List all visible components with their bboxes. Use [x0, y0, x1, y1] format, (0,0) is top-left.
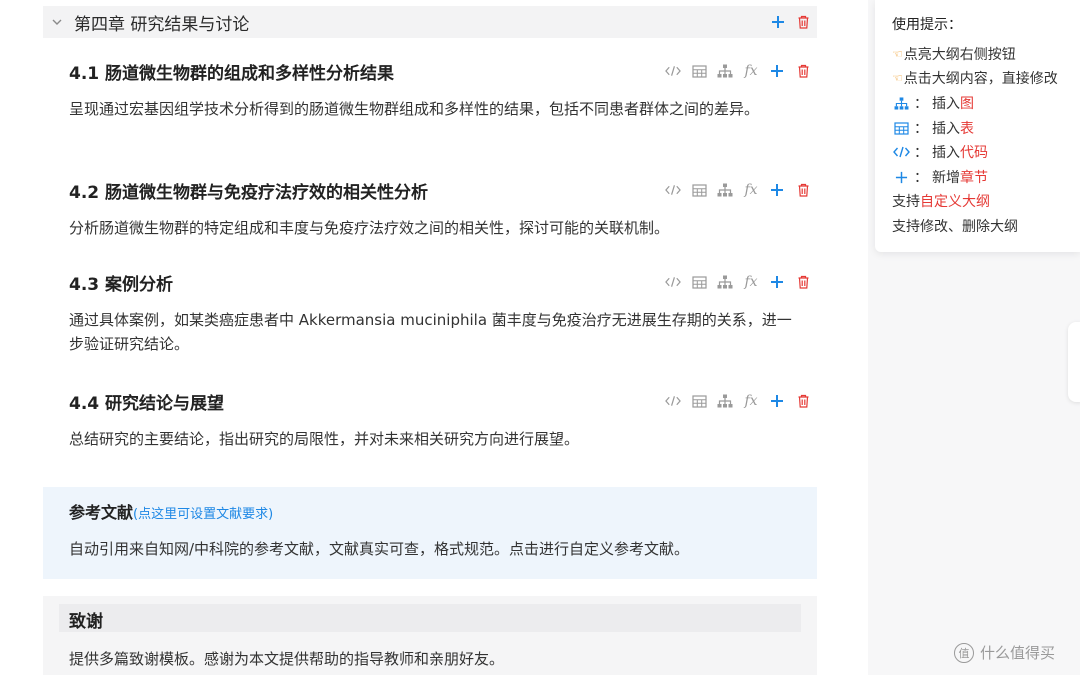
usage-tips-panel: 使用提示： ☜ 点亮大纲右侧按钮 ☜ 点击大纲内容，直接修改 ： 插入图 ： 插… — [875, 0, 1080, 252]
formula-icon[interactable]: fx — [743, 63, 759, 79]
tip-row: ： 插入图 — [892, 93, 974, 113]
section-body[interactable]: 总结研究的主要结论，指出研究的局限性，并对未来相关研究方向进行展望。 — [69, 427, 793, 451]
references-text[interactable]: 自动引用来自知网/中科院的参考文献，文献真实可查，格式规范。点击进行自定义参考文… — [69, 538, 689, 559]
section-actions: fx — [665, 176, 811, 204]
tip-row: ： 新增 章节 — [892, 167, 988, 187]
references-block[interactable]: 参考文献(点这里可设置文献要求) 自动引用来自知网/中科院的参考文献，文献真实可… — [43, 487, 817, 579]
chevron-down-icon[interactable] — [47, 19, 67, 26]
tip-text: 点击大纲内容，直接修改 — [903, 71, 1058, 87]
references-heading: 参考文献(点这里可设置文献要求) — [69, 499, 273, 523]
chapter-header[interactable]: 第四章 研究结果与讨论 — [43, 6, 817, 38]
trash-icon[interactable] — [795, 393, 811, 409]
add-icon[interactable] — [770, 14, 786, 30]
trash-icon[interactable] — [795, 14, 811, 30]
section-4-1: 4.1 肠道微生物群的组成和多样性分析结果 fx 呈现通过宏基因组学技术分析得到… — [69, 57, 817, 121]
outline-editor: 第四章 研究结果与讨论 4.1 肠道微生物群的组成和多样性分析结果 fx 呈现通… — [0, 0, 868, 675]
tip-text: 点亮大纲右侧按钮 — [903, 47, 1016, 63]
section-title[interactable]: 4.3 案例分析 — [69, 270, 173, 295]
section-actions: fx — [665, 268, 811, 296]
section-4-4: 4.4 研究结论与展望 fx 总结研究的主要结论，指出研究的局限性，并对未来相关… — [69, 387, 817, 451]
section-actions: fx — [665, 387, 811, 415]
tip-highlight: 自定义大纲 — [920, 194, 990, 210]
section-title[interactable]: 4.2 肠道微生物群与免疫疗法疗效的相关性分析 — [69, 178, 428, 203]
add-icon[interactable] — [769, 182, 785, 198]
tip-text: 支持 — [892, 194, 920, 210]
tip-text: 插入 — [932, 96, 960, 112]
acknowledgement-title: 致谢 — [69, 612, 103, 632]
trash-icon[interactable] — [795, 63, 811, 79]
section-body[interactable]: 分析肠道微生物群的特定组成和丰度与免疫疗法疗效之间的相关性，探讨可能的关联机制。 — [69, 216, 793, 240]
tip-text: 支持修改、删除大纲 — [892, 219, 1018, 235]
tip-row: 支持修改、删除大纲 — [892, 216, 1018, 236]
acknowledgement-header: 致谢 — [59, 604, 801, 632]
code-icon[interactable] — [665, 63, 681, 79]
section-title[interactable]: 4.4 研究结论与展望 — [69, 389, 224, 414]
section-body[interactable]: 呈现通过宏基因组学技术分析得到的肠道微生物群组成和多样性的结果，包括不同患者群体… — [69, 97, 793, 121]
table-icon — [892, 121, 910, 135]
tip-text: 插入 — [932, 121, 960, 137]
tip-highlight: 表 — [960, 121, 974, 137]
code-icon[interactable] — [665, 182, 681, 198]
tips-title: 使用提示： — [892, 17, 962, 33]
diagram-icon[interactable] — [717, 182, 733, 198]
tip-row: ： 插入 代码 — [892, 142, 988, 162]
side-toggle-tab[interactable] — [1068, 322, 1080, 402]
section-4-2: 4.2 肠道微生物群与免疫疗法疗效的相关性分析 fx 分析肠道微生物群的特定组成… — [69, 176, 817, 240]
diagram-icon[interactable] — [717, 274, 733, 290]
section-4-3: 4.3 案例分析 fx 通过具体案例，如某类癌症患者中 Akkermansia … — [69, 268, 817, 356]
chapter-actions — [770, 6, 811, 38]
section-actions: fx — [665, 57, 811, 85]
section-body[interactable]: 通过具体案例，如某类癌症患者中 Akkermansia muciniphila … — [69, 308, 793, 356]
add-icon[interactable] — [769, 63, 785, 79]
table-icon[interactable] — [691, 393, 707, 409]
references-settings-link[interactable]: (点这里可设置文献要求) — [133, 507, 273, 522]
acknowledgement-text[interactable]: 提供多篇致谢模板。感谢为本文提供帮助的指导教师和亲朋好友。 — [69, 648, 504, 669]
tip-row: ： 插入表 — [892, 118, 974, 138]
chapter-title[interactable]: 第四章 研究结果与讨论 — [74, 10, 249, 35]
watermark-logo: 值 — [954, 642, 974, 663]
watermark: 值 什么值得买 — [954, 642, 1055, 663]
diagram-icon[interactable] — [717, 393, 733, 409]
tip-colon: ： — [914, 96, 928, 112]
tip-row: ☜ 点击大纲内容，直接修改 — [892, 68, 1058, 88]
formula-icon[interactable]: fx — [743, 182, 759, 198]
code-icon[interactable] — [665, 274, 681, 290]
tip-text: 插入 — [932, 145, 960, 161]
references-title: 参考文献 — [69, 503, 134, 522]
tip-row: 支持 自定义大纲 — [892, 191, 990, 211]
pointing-hand-icon: ☜ — [892, 47, 903, 61]
trash-icon[interactable] — [795, 182, 811, 198]
trash-icon[interactable] — [795, 274, 811, 290]
pointing-hand-icon: ☜ — [892, 71, 903, 85]
diagram-icon — [892, 96, 910, 110]
code-icon — [892, 146, 910, 158]
tip-row: ☜ 点亮大纲右侧按钮 — [892, 44, 1016, 64]
tip-colon: ： — [914, 170, 928, 186]
diagram-icon[interactable] — [717, 63, 733, 79]
code-icon[interactable] — [665, 393, 681, 409]
add-icon[interactable] — [769, 274, 785, 290]
table-icon[interactable] — [691, 63, 707, 79]
table-icon[interactable] — [691, 274, 707, 290]
add-icon[interactable] — [769, 393, 785, 409]
formula-icon[interactable]: fx — [743, 274, 759, 290]
tip-highlight: 章节 — [960, 170, 988, 186]
tip-highlight: 代码 — [960, 145, 988, 161]
tip-highlight: 图 — [960, 96, 974, 112]
table-icon[interactable] — [691, 182, 707, 198]
tip-colon: ： — [914, 121, 928, 137]
acknowledgement-block[interactable]: 致谢 提供多篇致谢模板。感谢为本文提供帮助的指导教师和亲朋好友。 — [43, 596, 817, 675]
tip-text: 新增 — [932, 170, 960, 186]
tip-colon: ： — [914, 145, 928, 161]
watermark-text: 什么值得买 — [980, 644, 1056, 662]
section-title[interactable]: 4.1 肠道微生物群的组成和多样性分析结果 — [69, 59, 394, 84]
formula-icon[interactable]: fx — [743, 393, 759, 409]
add-icon — [892, 171, 910, 184]
